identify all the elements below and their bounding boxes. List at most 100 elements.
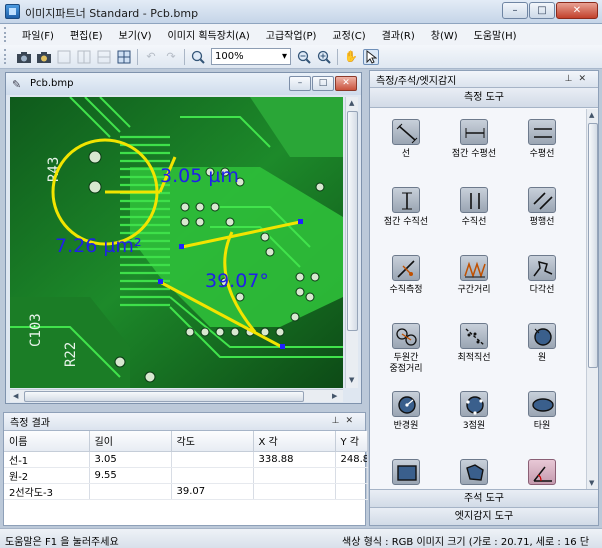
tool-label: 타원 [533,421,551,431]
tool-label: 점간 수직선 [383,217,429,227]
image-maximize-button[interactable]: □ [312,76,334,91]
status-bar: 도움말은 F1 을 눌러주세요 색상 형식 : RGB 이미지 크기 (가로 :… [0,528,602,548]
zoom-in-icon[interactable] [190,49,206,65]
menu-edit[interactable]: 편집(E) [62,27,111,42]
dock-vertical-scrollbar[interactable]: ▲ ▼ [586,109,598,491]
scroll-thumb[interactable] [588,123,598,368]
image-close-button[interactable]: ✕ [335,76,357,91]
grid-four-icon[interactable] [116,49,132,65]
menu-view[interactable]: 보기(V) [111,27,160,42]
table-row[interactable]: 원-2 9.55 [4,467,368,484]
camera-capture-icon[interactable] [36,49,52,65]
image-window: ✎ Pcb.bmp – □ ✕ C103 R43 R22 3.05 µm 7.2… [5,72,362,404]
tool-perpendicular-measure[interactable]: 수직측정 [372,255,440,296]
table-cell [171,451,254,468]
hand-pan-icon[interactable]: ✋ [343,49,359,65]
dock-title: 측정/주석/엣지감지 [376,75,457,87]
toolbar-grip [4,49,8,64]
tool-label: 점간 수평선 [451,149,497,159]
toolbar-separator [184,48,185,65]
circle-icon [528,323,556,349]
zoom-select[interactable]: 100% ▾ [211,48,291,65]
pin-close-icons[interactable]: ⊥✕ [565,74,592,84]
tool-segment-distance[interactable]: 구간거리 [440,255,508,296]
tool-polygon[interactable] [440,459,508,489]
tool-ellipse[interactable]: 타원 [508,391,576,432]
grid-one-icon[interactable] [56,49,72,65]
tool-label: 두원간 중점거리 [389,353,423,374]
col-x-angle[interactable]: X 각 [253,431,336,452]
menu-file[interactable]: 파일(F) [14,27,62,42]
image-window-title: Pcb.bmp [30,78,74,89]
grid-two-icon[interactable] [76,49,92,65]
tool-label: 수직선 [461,217,487,227]
close-button[interactable]: ✕ [556,2,598,19]
minimize-button[interactable]: – [502,2,528,19]
col-angle[interactable]: 각도 [171,431,254,452]
tool-vertical-line[interactable]: 수직선 [440,187,508,228]
pointer-select-icon[interactable] [363,48,379,65]
toolbar: ↶ ↷ 100% ▾ ✋ [0,45,602,69]
image-minimize-button[interactable]: – [289,76,311,91]
section-measure-tools[interactable]: 측정 도구 [370,88,598,108]
tool-two-circle-distance[interactable]: 두원간 중점거리 [372,323,440,375]
grid-three-icon[interactable] [96,49,112,65]
table-cell [335,483,368,500]
menu-advanced[interactable]: 고급작업(P) [258,27,325,42]
scroll-up-icon[interactable]: ▲ [349,99,354,107]
menu-grip [4,27,8,42]
tool-line[interactable]: 선 [372,119,440,160]
section-annotation-tools[interactable]: 주석 도구 [370,489,598,507]
zoom-out-icon[interactable] [296,49,312,65]
tool-circle[interactable]: 원 [508,323,576,364]
menu-help[interactable]: 도움말(H) [466,27,525,42]
scroll-down-icon[interactable]: ▼ [349,376,354,384]
zoom-fit-icon[interactable] [316,49,332,65]
tool-point-vertical-line[interactable]: 점간 수직선 [372,187,440,228]
dock-header: 측정/주석/엣지감지 ⊥✕ [370,71,598,88]
tool-three-point-circle[interactable]: 3점원 [440,391,508,432]
table-cell [171,467,254,484]
menu-acquire[interactable]: 이미지 획득장치(A) [160,27,258,42]
tool-horizontal-line[interactable]: 수평선 [508,119,576,160]
scroll-thumb[interactable] [24,391,304,402]
menu-calibrate[interactable]: 교정(C) [324,27,373,42]
tool-polyline[interactable]: 다각선 [508,255,576,296]
undo-icon[interactable]: ↶ [143,49,159,65]
tool-point-horizontal-line[interactable]: 점간 수평선 [440,119,508,160]
camera-icon[interactable] [16,49,32,65]
col-length[interactable]: 길이 [89,431,172,452]
tool-rectangle[interactable] [372,459,440,489]
tool-parallel-line[interactable]: 평행선 [508,187,576,228]
tool-angle[interactable] [508,459,576,489]
radius-circle-icon [392,391,420,417]
section-edge-tools[interactable]: 엣지감지 도구 [370,507,598,525]
table-row[interactable]: 2선각도-3 39.07 [4,483,368,500]
image-horizontal-scrollbar[interactable]: ◀ ▶ [10,389,343,402]
svg-text:R22: R22 [63,342,79,367]
image-vertical-scrollbar[interactable]: ▲ ▼ [345,97,358,388]
chevron-down-icon: ▾ [281,51,287,62]
scroll-right-icon[interactable]: ▶ [332,392,337,400]
segment-distance-icon [460,255,488,281]
col-name[interactable]: 이름 [4,431,90,452]
scroll-down-icon[interactable]: ▼ [589,479,594,487]
scroll-up-icon[interactable]: ▲ [589,111,594,119]
pin-close-icons[interactable]: ⊥✕ [332,416,359,426]
tool-label: 반경원 [393,421,419,431]
menu-results[interactable]: 결과(R) [374,27,423,42]
menu-window[interactable]: 창(W) [423,27,466,42]
maximize-button[interactable]: □ [529,2,555,19]
col-y-angle[interactable]: Y 각 [335,431,368,452]
horizontal-line-icon [528,119,556,145]
table-row[interactable]: 선-1 3.05 338.88 248.8 [4,451,368,468]
tool-best-fit-line[interactable]: 최적직선 [440,323,508,364]
scroll-left-icon[interactable]: ◀ [13,392,18,400]
image-canvas[interactable]: T59 R10 C103 R43 R22 3.05 µm 7.26 µm² 39… [10,97,343,388]
tool-radius-circle[interactable]: 반경원 [372,391,440,432]
tool-label: 구간거리 [457,285,491,295]
scroll-thumb[interactable] [347,111,358,331]
table-cell [335,467,368,484]
zoom-value: 100% [215,51,244,62]
redo-icon[interactable]: ↷ [163,49,179,65]
